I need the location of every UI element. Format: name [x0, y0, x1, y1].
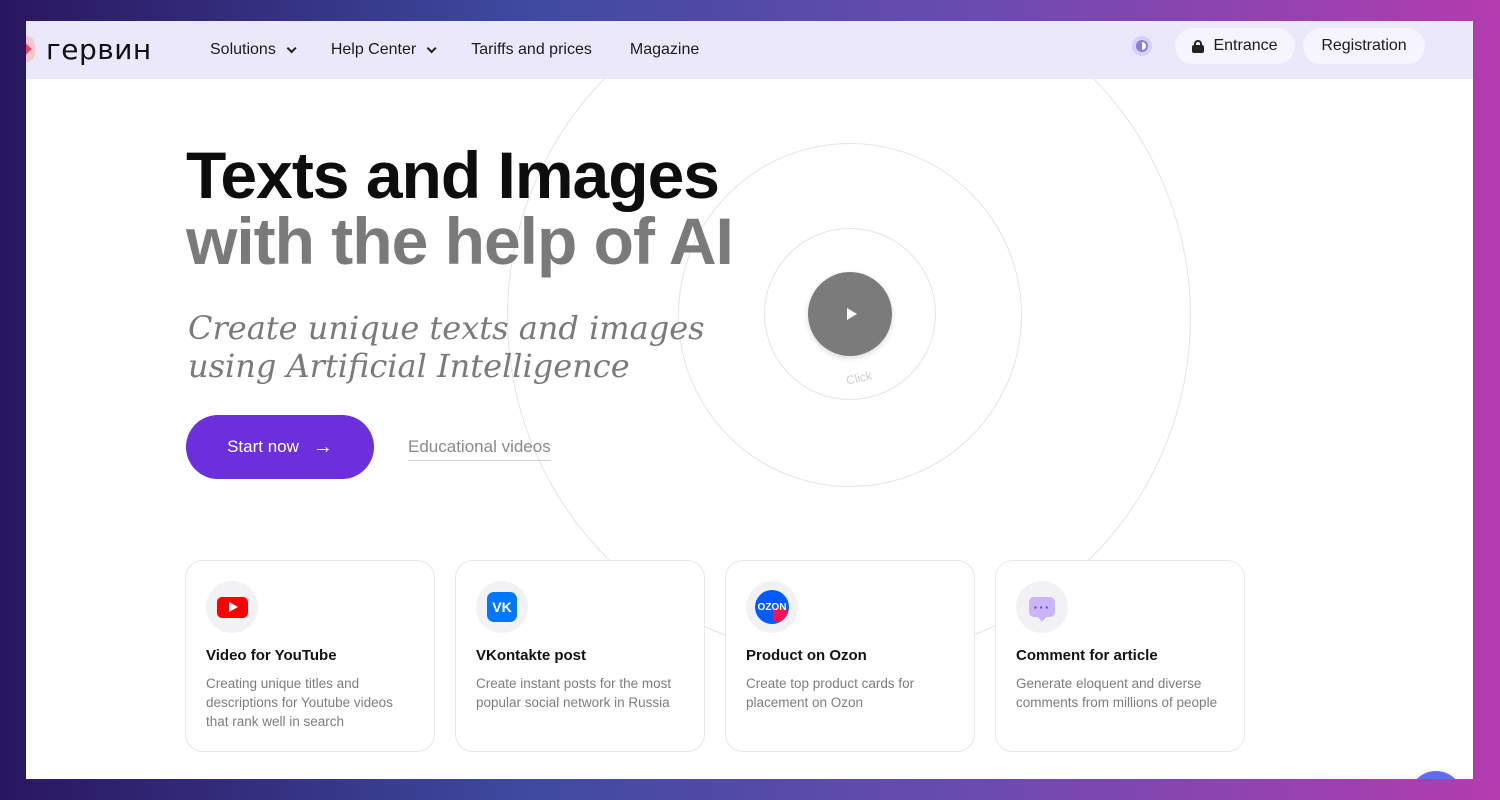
card-desc: Generate eloquent and diverse comments f… — [1016, 676, 1218, 710]
hero-title-line2: with the help of AI — [186, 204, 734, 278]
site-header: гервин Solutions Help Center Tariffs and… — [26, 21, 1473, 79]
logo-text: гервин — [46, 32, 152, 66]
arrow-right-icon: → — [312, 436, 333, 458]
ozon-icon: OZON — [755, 590, 789, 624]
nav-item-label: Solutions — [210, 41, 276, 58]
card-title: Product on Ozon — [746, 647, 867, 664]
card-desc: Create instant posts for the most popula… — [476, 676, 672, 710]
youtube-icon — [216, 596, 248, 618]
card-icon-wrap: ··· — [1016, 581, 1068, 633]
card-comment[interactable]: ··· Comment for article Generate eloquen… — [995, 560, 1245, 752]
entrance-label: Entrance — [1213, 37, 1278, 54]
start-now-label: Start now — [227, 437, 299, 456]
educational-videos-link[interactable]: Educational videos — [408, 437, 551, 461]
hero-subtitle: Create unique texts and images using Art… — [188, 309, 705, 385]
card-icon-wrap — [206, 581, 258, 633]
logo[interactable]: гервин — [26, 31, 152, 67]
registration-label: Registration — [1321, 37, 1407, 54]
entrance-button[interactable]: Entrance — [1175, 28, 1295, 64]
nav-item-solutions[interactable]: Solutions — [210, 41, 297, 59]
card-youtube[interactable]: Video for YouTube Creating unique titles… — [185, 560, 435, 752]
card-ozon[interactable]: OZON Product on Ozon Create top product … — [725, 560, 975, 752]
contrast-icon — [1136, 40, 1148, 52]
chevron-down-icon — [426, 42, 437, 53]
play-video-button[interactable] — [808, 272, 892, 356]
theme-toggle-button[interactable] — [1132, 36, 1152, 56]
start-now-button[interactable]: Start now → — [186, 415, 374, 479]
nav-item-magazine[interactable]: Magazine — [630, 41, 699, 59]
lock-icon — [1192, 39, 1205, 53]
nav-item-label: Help Center — [330, 41, 417, 58]
card-icon-wrap: OZON — [746, 581, 798, 633]
solution-cards: Video for YouTube Creating unique titles… — [185, 560, 1245, 752]
nav-item-help-center[interactable]: Help Center — [330, 41, 437, 59]
card-desc: Create top product cards for placement o… — [746, 676, 915, 710]
card-title: Comment for article — [1016, 647, 1158, 664]
main-nav: Solutions Help Center Tariffs and prices… — [210, 21, 737, 79]
card-desc: Creating unique titles and descriptions … — [206, 676, 393, 729]
browser-page: гервин Solutions Help Center Tariffs and… — [26, 21, 1473, 779]
nav-item-tariffs[interactable]: Tariffs and prices — [471, 41, 592, 59]
chat-widget-button[interactable] — [1409, 771, 1463, 779]
card-vkontakte[interactable]: VK VKontakte post Create instant posts f… — [455, 560, 705, 752]
nav-item-label: Magazine — [629, 41, 700, 58]
card-title: Video for YouTube — [206, 647, 337, 664]
comment-icon: ··· — [1029, 597, 1055, 622]
card-title: VKontakte post — [476, 647, 587, 664]
hero-title-line1: Texts and Images — [186, 138, 720, 212]
play-icon — [846, 308, 857, 320]
logo-mark-icon — [26, 36, 35, 62]
registration-button[interactable]: Registration — [1303, 28, 1425, 64]
chevron-down-icon — [286, 42, 297, 53]
nav-item-label: Tariffs and prices — [471, 41, 592, 58]
card-icon-wrap: VK — [476, 581, 528, 633]
vk-icon: VK — [487, 592, 517, 622]
